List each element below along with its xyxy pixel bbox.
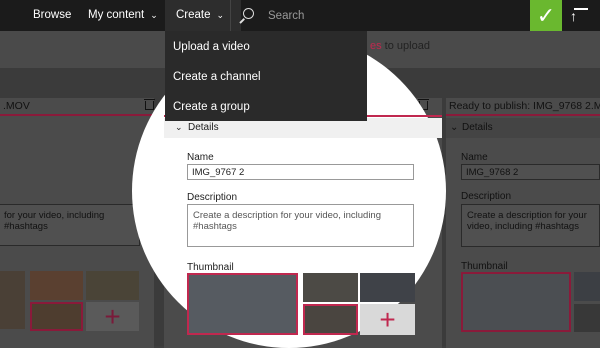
create-menu: Upload a video Create a channel Create a… [165, 31, 367, 121]
thumbnail-option[interactable] [303, 304, 358, 335]
name-field[interactable]: IMG_9767 2 [187, 164, 414, 180]
thumbnail-label: Thumbnail [187, 262, 234, 273]
menu-item-upload-video[interactable]: Upload a video [165, 32, 367, 62]
description-field[interactable]: Create a description for your video, inc… [187, 204, 414, 247]
plus-icon: + [379, 304, 396, 335]
thumbnail-option-selected[interactable] [187, 273, 298, 335]
menu-item-create-group[interactable]: Create a group [165, 92, 367, 122]
name-label: Name [187, 152, 214, 163]
thumbnail-option[interactable] [303, 273, 358, 302]
add-thumbnail-button[interactable]: + [360, 304, 415, 335]
menu-item-create-channel[interactable]: Create a channel [165, 62, 367, 92]
chevron-down-icon: ⌄ [175, 122, 183, 132]
thumbnail-option[interactable] [360, 273, 415, 302]
details-label: Details [188, 122, 219, 133]
description-label: Description [187, 192, 238, 203]
